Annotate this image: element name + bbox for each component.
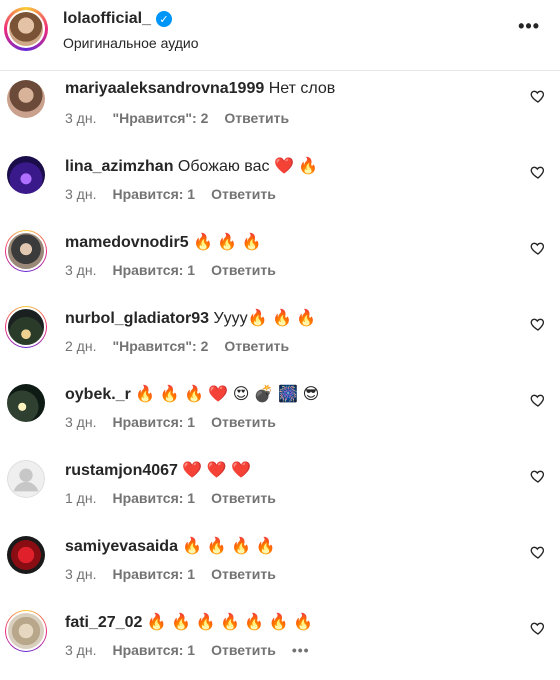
author-avatar[interactable]	[4, 7, 48, 51]
comment-likes[interactable]: Нравится: 1	[112, 566, 195, 582]
comment-likes[interactable]: Нравится: 1	[112, 642, 195, 658]
comment-username[interactable]: nurbol_gladiator93	[65, 310, 209, 327]
comment-time: 3 дн.	[65, 642, 97, 658]
verified-badge-icon: ✓	[156, 11, 173, 27]
comment-meta: 3 дн. Нравится: 1 Ответить •••	[65, 642, 310, 658]
avatar-image	[6, 611, 46, 651]
comment-text: oybek._r 🔥 🔥 🔥 ❤️ 😍 💣 🎆 😎	[65, 384, 319, 404]
comment-body: Обожаю вас ❤️ 🔥	[173, 158, 319, 175]
comment-likes[interactable]: Нравится: 1	[112, 262, 195, 278]
comment-time: 3 дн.	[65, 566, 97, 582]
reply-button[interactable]: Ответить	[211, 186, 276, 202]
comment-text: mariyaaleksandrovna1999 Нет слов	[65, 80, 335, 98]
avatar[interactable]	[5, 610, 47, 652]
heart-icon[interactable]	[530, 88, 546, 104]
comment-meta: 3 дн. Нравится: 1 Ответить	[65, 414, 276, 430]
comment-text: lina_azimzhan Обожаю вас ❤️ 🔥	[65, 156, 318, 176]
comment-body: ❤️ ❤️ ❤️	[177, 462, 252, 479]
reply-button[interactable]: Ответить	[211, 490, 276, 506]
avatar-image	[6, 231, 46, 271]
more-options-icon[interactable]: •••	[518, 16, 540, 37]
comment-body: 🔥 🔥 🔥	[188, 234, 262, 251]
reply-button[interactable]: Ответить	[211, 642, 276, 658]
comment-username[interactable]: fati_27_02	[65, 614, 142, 631]
comment-item: lina_azimzhan Обожаю вас ❤️ 🔥 3 дн. Нрав…	[0, 148, 560, 224]
comment-meta: 1 дн. Нравится: 1 Ответить	[65, 490, 276, 506]
comment-body: Нет слов	[264, 80, 336, 97]
comment-time: 1 дн.	[65, 490, 97, 506]
reply-button[interactable]: Ответить	[224, 338, 289, 354]
heart-icon[interactable]	[530, 164, 546, 180]
comment-meta: 3 дн. Нравится: 1 Ответить	[65, 262, 276, 278]
audio-label[interactable]: Оригинальное аудио	[63, 35, 199, 51]
comment-text: nurbol_gladiator93 Уууу🔥 🔥 🔥	[65, 308, 316, 328]
comment-username[interactable]: mamedovnodir5	[65, 234, 189, 251]
comment-item: nurbol_gladiator93 Уууу🔥 🔥 🔥 2 дн. "Нрав…	[0, 300, 560, 376]
comment-item: mamedovnodir5 🔥 🔥 🔥 3 дн. Нравится: 1 От…	[0, 224, 560, 300]
comment-text: fati_27_02 🔥 🔥 🔥 🔥 🔥 🔥 🔥	[65, 612, 313, 632]
avatar-image	[7, 156, 45, 194]
comment-likes[interactable]: "Нравится": 2	[112, 338, 208, 354]
default-avatar-icon	[7, 460, 45, 498]
comment-likes[interactable]: "Нравится": 2	[112, 110, 208, 126]
comment-meta: 3 дн. "Нравится": 2 Ответить	[65, 110, 289, 126]
comment-time: 3 дн.	[65, 414, 97, 430]
comment-text: rustamjon4067 ❤️ ❤️ ❤️	[65, 460, 251, 480]
comment-body: 🔥 🔥 🔥 🔥	[177, 538, 276, 555]
author-line: lolaofficial_ ✓	[63, 10, 173, 28]
author-username[interactable]: lolaofficial_	[63, 10, 151, 28]
avatar-image	[7, 536, 45, 574]
reply-button[interactable]: Ответить	[211, 262, 276, 278]
comment-likes[interactable]: Нравится: 1	[112, 490, 195, 506]
comment-text: samiyevasaida 🔥 🔥 🔥 🔥	[65, 536, 275, 556]
comment-time: 3 дн.	[65, 110, 97, 126]
comment-time: 3 дн.	[65, 262, 97, 278]
comment-meta: 3 дн. Нравится: 1 Ответить	[65, 566, 276, 582]
post-header: lolaofficial_ ✓ Оригинальное аудио •••	[0, 0, 560, 71]
reply-button[interactable]: Ответить	[211, 414, 276, 430]
comment-username[interactable]: samiyevasaida	[65, 538, 178, 555]
avatar[interactable]	[5, 78, 47, 120]
comment-text: mamedovnodir5 🔥 🔥 🔥	[65, 232, 262, 252]
avatar-image	[7, 80, 45, 118]
avatar[interactable]	[5, 382, 47, 424]
avatar[interactable]	[5, 154, 47, 196]
avatar[interactable]	[5, 306, 47, 348]
comment-body: 🔥 🔥 🔥 🔥 🔥 🔥 🔥	[142, 614, 313, 631]
comment-likes[interactable]: Нравится: 1	[112, 414, 195, 430]
comment-username[interactable]: rustamjon4067	[65, 462, 178, 479]
avatar[interactable]	[5, 230, 47, 272]
comment-username[interactable]: lina_azimzhan	[65, 158, 173, 175]
comment-meta: 2 дн. "Нравится": 2 Ответить	[65, 338, 289, 354]
reply-button[interactable]: Ответить	[224, 110, 289, 126]
comment-item: rustamjon4067 ❤️ ❤️ ❤️ 1 дн. Нравится: 1…	[0, 452, 560, 528]
comment-item: mariyaaleksandrovna1999 Нет слов 3 дн. "…	[0, 72, 560, 148]
avatar-image	[6, 307, 46, 347]
comment-time: 3 дн.	[65, 186, 97, 202]
avatar[interactable]	[5, 458, 47, 500]
heart-icon[interactable]	[530, 240, 546, 256]
comment-likes[interactable]: Нравится: 1	[112, 186, 195, 202]
comment-body: Уууу🔥 🔥 🔥	[209, 310, 317, 327]
author-avatar-border	[7, 10, 45, 48]
heart-icon[interactable]	[530, 316, 546, 332]
comment-meta: 3 дн. Нравится: 1 Ответить	[65, 186, 276, 202]
comment-username[interactable]: mariyaaleksandrovna1999	[65, 80, 264, 97]
comment-username[interactable]: oybek._r	[65, 386, 131, 403]
reply-button[interactable]: Ответить	[211, 566, 276, 582]
avatar[interactable]	[5, 534, 47, 576]
comment-item: fati_27_02 🔥 🔥 🔥 🔥 🔥 🔥 🔥 3 дн. Нравится:…	[0, 604, 560, 680]
comment-time: 2 дн.	[65, 338, 97, 354]
comment-options-icon[interactable]: •••	[292, 642, 310, 658]
comment-item: samiyevasaida 🔥 🔥 🔥 🔥 3 дн. Нравится: 1 …	[0, 528, 560, 604]
heart-icon[interactable]	[530, 620, 546, 636]
comment-body: 🔥 🔥 🔥 ❤️ 😍 💣 🎆 😎	[130, 386, 320, 403]
author-avatar-image	[9, 12, 43, 46]
heart-icon[interactable]	[530, 468, 546, 484]
heart-icon[interactable]	[530, 392, 546, 408]
comment-item: oybek._r 🔥 🔥 🔥 ❤️ 😍 💣 🎆 😎 3 дн. Нравится…	[0, 376, 560, 452]
heart-icon[interactable]	[530, 544, 546, 560]
avatar-image	[7, 384, 45, 422]
